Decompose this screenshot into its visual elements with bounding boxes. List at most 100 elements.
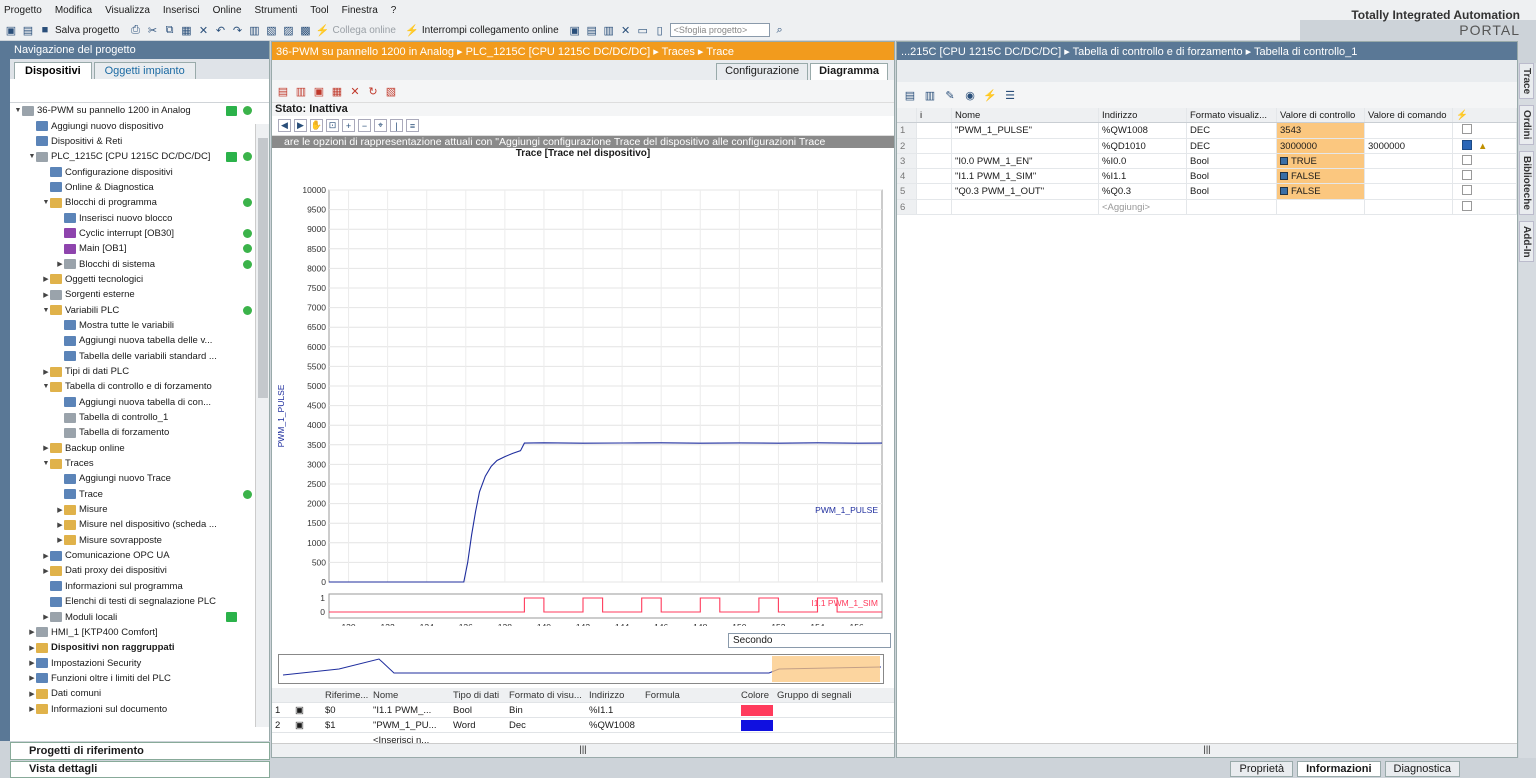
- tree-item[interactable]: Elenchi di testi di segnalazione PLC: [10, 594, 269, 609]
- row-address[interactable]: %QW1008: [1099, 123, 1187, 138]
- measure-icon[interactable]: ⌖: [374, 119, 387, 132]
- split-vertical-icon[interactable]: ▯: [653, 23, 667, 37]
- tree-item[interactable]: ▶ Funzioni oltre i limiti del PLC: [10, 671, 269, 686]
- tree-item[interactable]: ▶ Dati comuni: [10, 686, 269, 701]
- search-icon[interactable]: ⌕: [773, 23, 787, 37]
- row-name[interactable]: [952, 138, 1099, 153]
- row-name[interactable]: "PWM_1_PULSE": [952, 123, 1099, 138]
- tree-item[interactable]: ▼ 36-PWM su pannello 1200 in Analog: [10, 103, 269, 118]
- expand-icon[interactable]: ▶: [42, 613, 50, 621]
- tree-item[interactable]: Aggiungi nuovo dispositivo: [10, 118, 269, 133]
- row-modify-value[interactable]: [1365, 184, 1453, 199]
- monitor-icon[interactable]: ◉: [963, 88, 977, 102]
- modify-icon[interactable]: ✎: [943, 88, 957, 102]
- tree-item[interactable]: ▼ PLC_1215C [CPU 1215C DC/DC/DC]: [10, 149, 269, 164]
- next-icon[interactable]: ▶: [294, 119, 307, 132]
- tree-item[interactable]: ▼ Blocchi di programma: [10, 195, 269, 210]
- modify-checkbox[interactable]: [1462, 139, 1472, 150]
- expand-icon[interactable]: ▼: [42, 307, 50, 314]
- row-format[interactable]: [1187, 199, 1277, 215]
- save-measure-icon[interactable]: ▧: [384, 84, 398, 98]
- row-flag[interactable]: [1453, 123, 1517, 138]
- tab-diagramma[interactable]: Diagramma: [810, 63, 888, 80]
- expand-icon[interactable]: ▼: [28, 153, 36, 160]
- tree-item[interactable]: ▶ Misure sovrapposte: [10, 533, 269, 548]
- row-address[interactable]: %I0.0: [1099, 153, 1187, 169]
- menu-8[interactable]: ?: [391, 5, 397, 16]
- disconnect-online-button[interactable]: Interrompi collegamento online: [422, 25, 559, 36]
- menu-3[interactable]: Inserisci: [163, 5, 200, 16]
- add-row-icon[interactable]: ▥: [923, 88, 937, 102]
- expand-icon[interactable]: ▶: [42, 567, 50, 575]
- side-tab-0[interactable]: Trace: [1519, 63, 1534, 100]
- expand-icon[interactable]: ▶: [28, 628, 36, 636]
- watch-row[interactable]: 1 "PWM_1_PULSE" %QW1008 DEC 3543: [897, 123, 1517, 139]
- watch-row[interactable]: 5 "Q0.3 PWM_1_OUT" %Q0.3 Bool FALSE: [897, 184, 1517, 200]
- tree-item[interactable]: ▶ Tipi di dati PLC: [10, 364, 269, 379]
- signal-row[interactable]: 1 ▣ $0 "I1.1 PWM_... Bool Bin %I1.1: [272, 703, 894, 718]
- expand-icon[interactable]: ▶: [42, 275, 50, 283]
- paste-icon[interactable]: ▦: [180, 23, 194, 37]
- menu-2[interactable]: Visualizza: [105, 5, 150, 16]
- tree-item[interactable]: ▶ Blocchi di sistema: [10, 256, 269, 271]
- save-project-button[interactable]: Salva progetto: [55, 25, 120, 36]
- cross-reference-icon[interactable]: ▤: [585, 23, 599, 37]
- split-horizontal-icon[interactable]: ▭: [636, 23, 650, 37]
- observe-icon[interactable]: ▥: [294, 84, 308, 98]
- reference-projects-panel[interactable]: Progetti di riferimento: [10, 742, 270, 760]
- devices-networks-strip[interactable]: [0, 41, 10, 741]
- menu-6[interactable]: Tool: [310, 5, 328, 16]
- row-address[interactable]: %I1.1: [1099, 169, 1187, 184]
- modify-checkbox[interactable]: [1462, 200, 1472, 211]
- expand-icon[interactable]: ▶: [28, 690, 36, 698]
- details-view-panel[interactable]: Vista dettagli: [10, 761, 270, 778]
- row-format[interactable]: Bool: [1187, 184, 1277, 199]
- watch-row[interactable]: 4 "I1.1 PWM_1_SIM" %I1.1 Bool FALSE: [897, 169, 1517, 185]
- compile-icon[interactable]: ▥: [248, 23, 262, 37]
- watch-row[interactable]: 6 <Aggiungi>: [897, 199, 1517, 216]
- tree-item[interactable]: Tabella delle variabili standard ...: [10, 349, 269, 364]
- expand-icon[interactable]: ▶: [28, 644, 36, 652]
- expand-icon[interactable]: ▶: [56, 521, 64, 529]
- expand-icon[interactable]: ▼: [42, 383, 50, 390]
- disconnect-online-icon[interactable]: ⚡: [405, 23, 419, 37]
- download-icon[interactable]: ▧: [265, 23, 279, 37]
- row-name[interactable]: "Q0.3 PWM_1_OUT": [952, 184, 1099, 199]
- expand-icon[interactable]: ▶: [42, 368, 50, 376]
- tree-item[interactable]: Trace: [10, 487, 269, 502]
- row-flag[interactable]: [1453, 184, 1517, 199]
- row-modify-value[interactable]: [1365, 123, 1453, 138]
- row-modify-value[interactable]: [1365, 153, 1453, 169]
- tree-item[interactable]: Configurazione dispositivi: [10, 164, 269, 179]
- insert-row-icon[interactable]: ▤: [903, 88, 917, 102]
- modify-checkbox[interactable]: [1462, 124, 1472, 135]
- menu-0[interactable]: Progetto: [4, 5, 42, 16]
- side-tab-2[interactable]: Biblioteche: [1519, 150, 1534, 215]
- tree-item[interactable]: ▶ Impostazioni Security: [10, 655, 269, 670]
- zoom-out-icon[interactable]: −: [358, 119, 371, 132]
- accessible-devices-icon[interactable]: ▣: [568, 23, 582, 37]
- tab-properties[interactable]: Proprietà: [1230, 761, 1294, 777]
- signal-color[interactable]: [738, 719, 774, 731]
- row-flag[interactable]: [1453, 199, 1517, 215]
- tree-item[interactable]: ▶ Backup online: [10, 441, 269, 456]
- row-format[interactable]: Bool: [1187, 169, 1277, 184]
- expand-icon[interactable]: ▼: [42, 460, 50, 467]
- tree-item[interactable]: Online & Diagnostica: [10, 180, 269, 195]
- expand-icon[interactable]: ▼: [42, 199, 50, 206]
- tree-item[interactable]: ▼ Traces: [10, 456, 269, 471]
- side-tab-1[interactable]: Ordini: [1519, 105, 1534, 145]
- menu-5[interactable]: Strumenti: [255, 5, 298, 16]
- watch-row[interactable]: 3 "I0.0 PWM_1_EN" %I0.0 Bool TRUE: [897, 153, 1517, 170]
- modify-checkbox[interactable]: [1462, 185, 1472, 196]
- expand-icon[interactable]: ▶: [42, 444, 50, 452]
- color-swatch[interactable]: [741, 719, 773, 731]
- signal-color[interactable]: [738, 704, 774, 716]
- row-flag[interactable]: [1453, 169, 1517, 184]
- split-icon[interactable]: ▥: [602, 23, 616, 37]
- modify-checkbox[interactable]: [1462, 154, 1472, 165]
- zoom-box-icon[interactable]: ⊡: [326, 119, 339, 132]
- delete-icon[interactable]: ✕: [197, 23, 211, 37]
- row-name[interactable]: "I0.0 PWM_1_EN": [952, 153, 1099, 169]
- expand-icon[interactable]: ▼: [14, 107, 22, 114]
